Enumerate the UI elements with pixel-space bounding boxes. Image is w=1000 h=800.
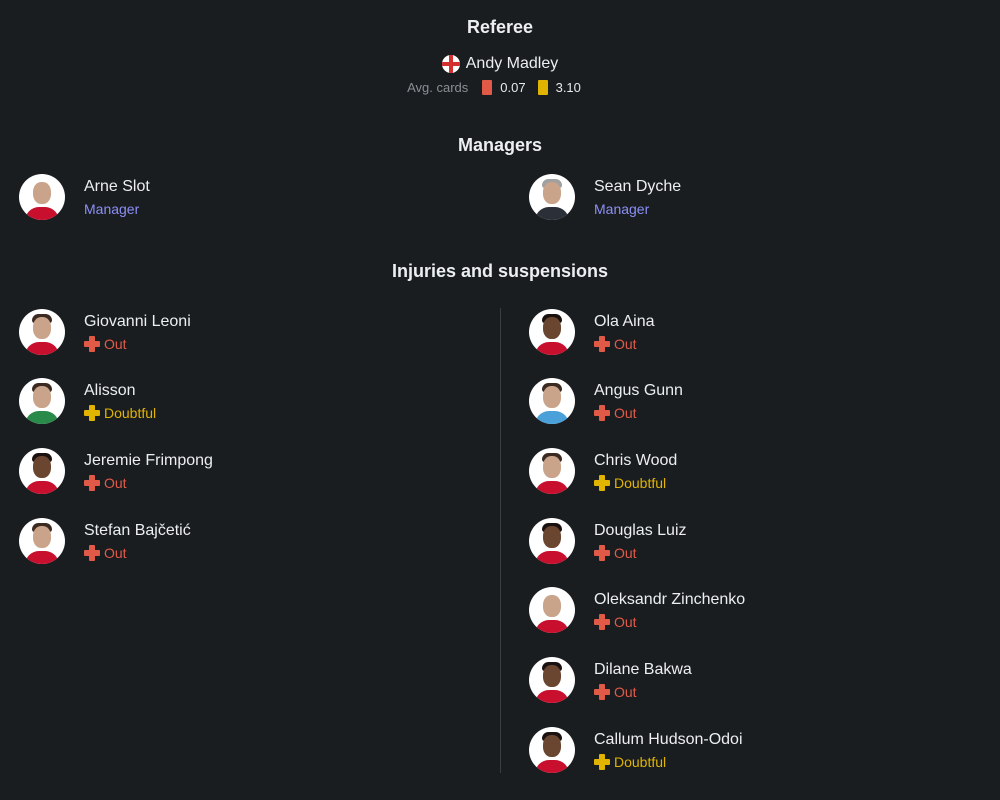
avatar [529, 587, 575, 633]
avatar [19, 448, 65, 494]
player-name: Chris Wood [594, 452, 678, 469]
plus-cross-icon [594, 475, 610, 491]
plus-cross-icon [594, 754, 610, 770]
player-name: Giovanni Leoni [84, 313, 191, 330]
avatar [529, 174, 575, 220]
injury-item-away[interactable]: Ola Aina Out [529, 309, 654, 355]
status-badge: Out [594, 404, 683, 422]
injuries-section-title: Injuries and suspensions [391, 261, 609, 281]
player-name: Angus Gunn [594, 382, 683, 399]
status-badge: Out [84, 335, 191, 353]
status-badge: Doubtful [594, 753, 743, 771]
status-badge: Out [594, 613, 745, 631]
manager-name: Sean Dyche [594, 178, 682, 195]
avatar [19, 518, 65, 564]
referee-name[interactable]: Andy Madley [466, 55, 559, 73]
injury-item-home[interactable]: Giovanni Leoni Out [19, 309, 191, 355]
player-name: Callum Hudson-Odoi [594, 731, 743, 748]
avatar [19, 174, 65, 220]
referee-section-title: Referee [466, 17, 534, 37]
plus-cross-icon [594, 545, 610, 561]
referee-avg-cards: Avg. cards 0.07 3.10 [0, 80, 1000, 95]
status-badge: Out [594, 544, 687, 562]
yellow-card-icon [537, 80, 548, 95]
avatar [529, 309, 575, 355]
red-card-avg: 0.07 [500, 80, 526, 95]
plus-cross-icon [594, 684, 610, 700]
plus-cross-icon [594, 405, 610, 421]
injury-item-away[interactable]: Dilane Bakwa Out [529, 657, 692, 703]
status-badge: Out [594, 683, 692, 701]
player-name: Jeremie Frimpong [84, 452, 213, 469]
status-badge: Out [84, 544, 191, 562]
avatar [529, 448, 575, 494]
manager-away[interactable]: Sean Dyche Manager [529, 174, 681, 220]
avatar [19, 309, 65, 355]
plus-cross-icon [84, 475, 100, 491]
injury-item-home[interactable]: Stefan Bajčetić Out [19, 518, 191, 564]
plus-cross-icon [84, 405, 100, 421]
plus-cross-icon [594, 614, 610, 630]
status-badge: Doubtful [594, 474, 677, 492]
yellow-card-avg: 3.10 [555, 80, 581, 95]
manager-name: Arne Slot [84, 178, 150, 195]
status-badge: Doubtful [84, 404, 156, 422]
column-divider [500, 308, 501, 773]
avg-cards-label: Avg. cards [407, 80, 469, 95]
player-name: Alisson [84, 382, 136, 399]
manager-home[interactable]: Arne Slot Manager [19, 174, 150, 220]
player-name: Ola Aina [594, 313, 655, 330]
avatar [529, 727, 575, 773]
avatar [529, 657, 575, 703]
injury-item-home[interactable]: Jeremie Frimpong Out [19, 448, 213, 494]
england-flag-icon [441, 55, 460, 73]
injury-item-away[interactable]: Chris Wood Doubtful [529, 448, 677, 494]
injury-item-away[interactable]: Douglas Luiz Out [529, 518, 687, 564]
manager-role: Manager [84, 201, 140, 217]
player-name: Stefan Bajčetić [84, 522, 191, 539]
player-name: Oleksandr Zinchenko [594, 591, 746, 608]
referee-row: Andy Madley [0, 55, 1000, 73]
plus-cross-icon [84, 545, 100, 561]
managers-section-title: Managers [457, 135, 543, 155]
manager-role: Manager [594, 201, 650, 217]
avatar [19, 378, 65, 424]
status-badge: Out [594, 335, 654, 353]
avatar [529, 378, 575, 424]
player-name: Douglas Luiz [594, 522, 687, 539]
injury-item-home[interactable]: Alisson Doubtful [19, 378, 156, 424]
avatar [529, 518, 575, 564]
injury-item-away[interactable]: Callum Hudson-Odoi Doubtful [529, 727, 743, 773]
player-name: Dilane Bakwa [594, 661, 692, 678]
red-card-icon [482, 80, 493, 95]
injury-item-away[interactable]: Oleksandr Zinchenko Out [529, 587, 745, 633]
status-badge: Out [84, 474, 213, 492]
injury-item-away[interactable]: Angus Gunn Out [529, 378, 683, 424]
plus-cross-icon [84, 336, 100, 352]
plus-cross-icon [594, 336, 610, 352]
